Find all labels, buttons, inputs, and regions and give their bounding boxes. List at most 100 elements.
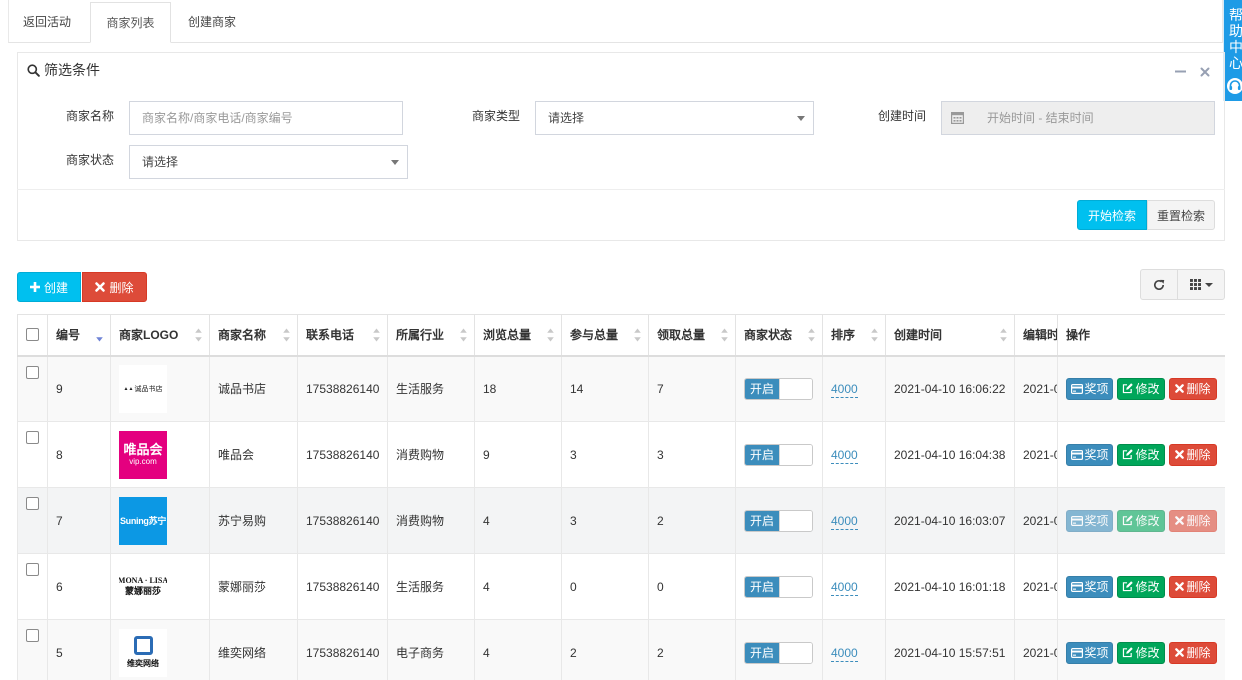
- delete-button[interactable]: 删除: [1169, 377, 1217, 400]
- row-checkbox[interactable]: [26, 629, 39, 642]
- column-header-name[interactable]: 商家名称: [209, 314, 298, 357]
- merchant-phone: 17538826140: [297, 553, 388, 620]
- column-header-label: 排序: [831, 328, 856, 343]
- merchant-name-label: 商家名称: [66, 109, 115, 123]
- edit-button[interactable]: 修改: [1117, 509, 1165, 532]
- awards-button[interactable]: 奖项: [1066, 377, 1113, 400]
- monalisa-logo: MONA · LISA 蒙娜丽莎: [119, 562, 167, 611]
- table-row: 9诚品书店诚品书店17538826140生活服务18147开启40002021-…: [17, 355, 1225, 422]
- sort-icon: [283, 328, 290, 342]
- column-header-created-time[interactable]: 创建时间: [885, 314, 1015, 357]
- action-label: 奖项: [1084, 580, 1109, 594]
- column-header-participants[interactable]: 参与总量: [561, 314, 649, 357]
- action-label: 奖项: [1084, 382, 1109, 397]
- merchant-logo-cell: Suning苏宁: [110, 487, 210, 554]
- delete-button[interactable]: 删除: [1169, 575, 1217, 598]
- merchant-name: 蒙娜丽莎: [209, 553, 298, 620]
- merchant-name-input[interactable]: [129, 101, 403, 135]
- column-header-label: 编辑时: [1023, 328, 1058, 343]
- merchant-id: 7: [47, 487, 111, 554]
- column-header-status[interactable]: 商家状态: [735, 314, 823, 357]
- total-claims: 0: [648, 553, 736, 620]
- column-header-logo[interactable]: 商家LOGO: [110, 314, 210, 357]
- delete-button[interactable]: 删除: [1169, 641, 1217, 664]
- created-time: 2021-04-10 16:03:07: [885, 487, 1015, 554]
- sort-icon: [1000, 328, 1007, 342]
- status-toggle[interactable]: 开启: [744, 575, 813, 598]
- awards-button[interactable]: 奖项: [1066, 509, 1113, 532]
- edit-button[interactable]: 修改: [1117, 377, 1165, 400]
- edit-button[interactable]: 修改: [1117, 575, 1165, 598]
- total-views: 18: [474, 355, 562, 422]
- reset-button[interactable]: 重置检索: [1147, 200, 1215, 230]
- column-header-edited-time[interactable]: 编辑时: [1014, 314, 1058, 357]
- column-header-views[interactable]: 浏览总量: [474, 314, 562, 357]
- delete-selected-button[interactable]: 删除: [82, 272, 147, 302]
- tab-merchant-list[interactable]: 商家列表: [90, 2, 171, 43]
- row-checkbox[interactable]: [26, 431, 39, 444]
- merchant-status-cell: 开启: [735, 553, 823, 620]
- awards-button[interactable]: 奖项: [1066, 443, 1113, 466]
- action-label: 删除: [1186, 448, 1211, 462]
- column-header-claims[interactable]: 领取总量: [648, 314, 736, 357]
- refresh-button[interactable]: [1140, 269, 1178, 300]
- select-all-checkbox[interactable]: [26, 328, 39, 342]
- close-icon[interactable]: [1200, 66, 1212, 78]
- merchant-industry: 消费购物: [387, 487, 475, 554]
- status-toggle-on-label: 开启: [745, 510, 779, 531]
- column-header-industry[interactable]: 所属行业: [387, 314, 475, 357]
- total-claims: 3: [648, 421, 736, 488]
- times-icon: [1175, 384, 1185, 394]
- status-toggle[interactable]: 开启: [744, 509, 813, 532]
- sort-order-link[interactable]: 4000: [831, 645, 858, 662]
- edit-button[interactable]: 修改: [1117, 443, 1165, 466]
- merchant-type-select[interactable]: 请选择: [535, 101, 814, 135]
- edit-icon: [1122, 449, 1134, 460]
- actions-cell: 奖项 修改 删除: [1057, 487, 1225, 554]
- action-label: 删除: [1186, 514, 1211, 528]
- delete-button[interactable]: 删除: [1169, 443, 1217, 466]
- table-row: 7 Suning苏宁 苏宁易购 17538826140 消费购物 4 3 2 开启 4000 202…: [17, 487, 1225, 554]
- status-toggle[interactable]: 开启: [744, 377, 813, 400]
- awards-button[interactable]: 奖项: [1066, 641, 1113, 664]
- refresh-icon: [1153, 279, 1165, 291]
- logo-text: 蒙娜丽莎: [124, 586, 161, 596]
- sort-order-link[interactable]: 4000: [831, 381, 858, 398]
- edit-button[interactable]: 修改: [1117, 641, 1165, 664]
- status-toggle-handle: [779, 444, 812, 465]
- search-button[interactable]: 开始检索: [1077, 200, 1147, 230]
- calendar-icon: [951, 111, 965, 125]
- merchant-logo-cell: 唯品会 vip.com: [110, 421, 210, 488]
- row-checkbox-cell: [17, 421, 48, 488]
- row-checkbox[interactable]: [26, 563, 39, 576]
- delete-button[interactable]: 删除: [1169, 509, 1217, 532]
- status-toggle[interactable]: 开启: [744, 641, 813, 664]
- tab-create-merchant[interactable]: 创建商家: [172, 2, 252, 43]
- merchant-status-select[interactable]: 请选择: [129, 145, 408, 179]
- total-claims: 2: [648, 487, 736, 554]
- row-checkbox[interactable]: [26, 365, 39, 379]
- total-claims: 2: [648, 619, 736, 680]
- help-center-widget[interactable]: 帮助中心: [1223, 0, 1242, 101]
- column-header-phone[interactable]: 联系电话: [297, 314, 388, 357]
- status-toggle[interactable]: 开启: [744, 443, 813, 466]
- create-merchant-button[interactable]: 创建: [17, 272, 81, 302]
- merchant-status-cell: 开启: [735, 355, 823, 422]
- column-header-label: 商家状态: [744, 328, 793, 343]
- tab-back-to-activity[interactable]: 返回活动: [8, 2, 86, 43]
- edit-icon: [1122, 515, 1134, 526]
- sort-order-link[interactable]: 4000: [831, 513, 858, 530]
- columns-toggle-button[interactable]: [1177, 269, 1225, 300]
- column-header-id[interactable]: 编号: [47, 314, 111, 357]
- status-toggle-on-label: 开启: [745, 444, 779, 465]
- minus-icon[interactable]: [1175, 66, 1187, 78]
- sort-order-link[interactable]: 4000: [831, 579, 858, 596]
- column-header-sort-order[interactable]: 排序: [822, 314, 886, 357]
- row-checkbox[interactable]: [26, 497, 39, 510]
- created-time-range-input[interactable]: [941, 101, 1215, 135]
- merchant-id: 6: [47, 553, 111, 620]
- sort-icon: [460, 328, 467, 342]
- awards-button[interactable]: 奖项: [1066, 575, 1113, 598]
- merchant-industry: 生活服务: [387, 553, 475, 620]
- sort-order-link[interactable]: 4000: [831, 447, 858, 464]
